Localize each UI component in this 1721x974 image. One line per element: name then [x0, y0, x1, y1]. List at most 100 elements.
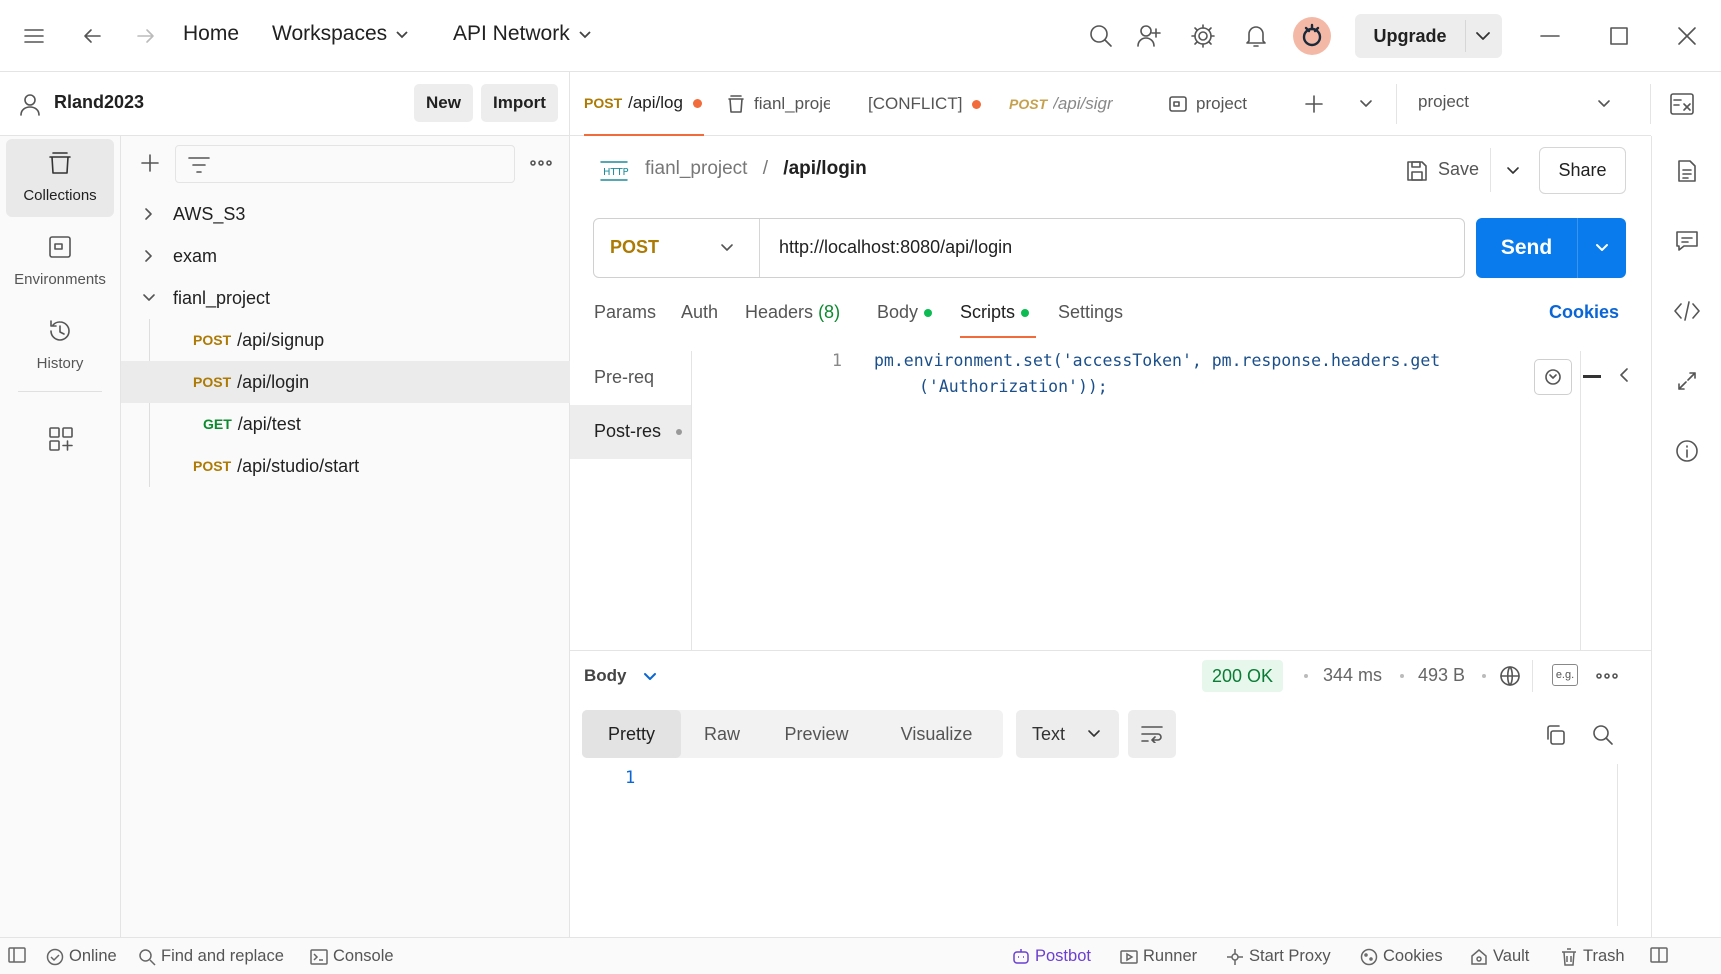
- search-icon[interactable]: [1085, 20, 1117, 52]
- import-button[interactable]: Import: [481, 84, 558, 122]
- filter-icon[interactable]: [186, 152, 212, 178]
- chevron-right-icon[interactable]: [139, 204, 159, 224]
- runner-button[interactable]: Runner: [1120, 947, 1197, 966]
- script-editor[interactable]: 1 pm.environment.set('accessToken', pm.r…: [692, 351, 1592, 650]
- save-as-example-button[interactable]: e.g.: [1552, 664, 1578, 686]
- url-input[interactable]: http://localhost:8080/api/login: [779, 237, 1012, 258]
- response-body-label[interactable]: Body: [584, 666, 627, 686]
- view-preview[interactable]: Preview: [763, 710, 870, 758]
- scrollbar-thumb[interactable]: [1583, 375, 1601, 378]
- sidebar-item-collections[interactable]: Collections: [6, 139, 114, 217]
- upgrade-button[interactable]: Upgrade: [1355, 14, 1502, 58]
- add-collection-plus-icon[interactable]: [135, 148, 165, 178]
- tab-settings[interactable]: Settings: [1058, 302, 1123, 323]
- forward-arrow-icon[interactable]: [130, 20, 162, 52]
- workspaces-menu[interactable]: Workspaces: [272, 22, 409, 46]
- tree-collection-exam[interactable]: exam: [121, 235, 570, 277]
- related-collections-icon[interactable]: [1670, 364, 1704, 398]
- collection-search-input[interactable]: [175, 145, 515, 183]
- home-link[interactable]: Home: [183, 22, 239, 46]
- share-button[interactable]: Share: [1539, 147, 1626, 194]
- send-options-chevron-icon[interactable]: [1584, 233, 1620, 263]
- post-response-script-tab[interactable]: Post-res: [570, 405, 691, 459]
- configure-sidebar-icon[interactable]: [44, 422, 78, 456]
- tree-request-api-signup[interactable]: POST /api/signup: [121, 319, 570, 361]
- method-select[interactable]: POST: [594, 219, 760, 277]
- sidebar-item-environments[interactable]: Environments: [6, 223, 114, 301]
- hamburger-menu-icon[interactable]: [18, 20, 50, 52]
- tab-auth[interactable]: Auth: [681, 302, 718, 323]
- environment-select[interactable]: project: [1418, 92, 1469, 112]
- tab-project-environment[interactable]: project: [1168, 72, 1278, 136]
- tab-scripts[interactable]: Scripts: [960, 302, 1030, 323]
- console-button[interactable]: Console: [310, 947, 394, 966]
- documentation-icon[interactable]: [1670, 154, 1704, 188]
- view-pretty[interactable]: Pretty: [582, 710, 681, 758]
- editor-scrollbar[interactable]: [1580, 351, 1581, 650]
- chevron-down-icon[interactable]: [139, 288, 159, 308]
- tree-request-api-studio-start[interactable]: POST /api/studio/start: [121, 445, 570, 487]
- new-button[interactable]: New: [414, 84, 473, 122]
- avatar[interactable]: [1293, 17, 1331, 55]
- environment-chevron-down-icon[interactable]: [1588, 88, 1620, 120]
- tree-collection-aws-s3[interactable]: AWS_S3: [121, 193, 570, 235]
- response-size[interactable]: 493 B: [1418, 665, 1465, 686]
- find-and-replace-button[interactable]: Find and replace: [138, 947, 284, 966]
- notifications-bell-icon[interactable]: [1240, 20, 1272, 52]
- tab-conflict[interactable]: [CONFLICT]: [868, 72, 1008, 136]
- maximize-icon[interactable]: [1603, 20, 1635, 52]
- breadcrumb-request[interactable]: /api/login: [783, 158, 866, 179]
- vault-button[interactable]: Vault: [1470, 947, 1529, 966]
- snippets-icon[interactable]: [1534, 359, 1572, 395]
- collapse-chevron-left-icon[interactable]: [1610, 360, 1638, 390]
- wrap-lines-icon[interactable]: [1128, 710, 1176, 758]
- save-options-chevron-icon[interactable]: [1498, 156, 1528, 186]
- environment-quick-look-icon[interactable]: [1666, 88, 1698, 120]
- workspace-name[interactable]: Rland2023: [54, 92, 144, 113]
- response-more-options-icon[interactable]: [1592, 662, 1622, 690]
- cookies-button[interactable]: Cookies: [1360, 947, 1443, 966]
- cookies-link[interactable]: Cookies: [1549, 302, 1619, 323]
- code-snippet-icon[interactable]: [1670, 294, 1704, 328]
- new-tab-plus-icon[interactable]: [1298, 88, 1330, 120]
- response-chevron-down-icon[interactable]: [638, 666, 662, 688]
- tab-headers[interactable]: Headers (8): [745, 302, 840, 323]
- send-button[interactable]: Send: [1476, 218, 1626, 278]
- network-globe-icon[interactable]: [1496, 662, 1524, 690]
- close-window-icon[interactable]: [1671, 20, 1703, 52]
- tabs-overflow-chevron-icon[interactable]: [1350, 88, 1382, 120]
- minimize-icon[interactable]: [1534, 20, 1566, 52]
- tab-fianl-project[interactable]: fianl_proje: [726, 72, 846, 136]
- pre-request-script-tab[interactable]: Pre-req: [570, 351, 691, 405]
- invite-user-icon[interactable]: [1133, 20, 1165, 52]
- postbot-button[interactable]: Postbot: [1012, 947, 1091, 966]
- layout-toggle-button[interactable]: [1650, 947, 1673, 963]
- breadcrumb-collection[interactable]: fianl_project: [645, 158, 747, 179]
- tab-body[interactable]: Body: [877, 302, 933, 323]
- tab-api-login[interactable]: POST /api/log: [584, 72, 704, 136]
- sidebar-item-history[interactable]: History: [6, 307, 114, 385]
- tree-collection-fianl-project[interactable]: fianl_project: [121, 277, 570, 319]
- response-time[interactable]: 344 ms: [1323, 665, 1382, 686]
- status-badge[interactable]: 200 OK: [1202, 660, 1284, 692]
- api-network-menu[interactable]: API Network: [453, 22, 592, 46]
- settings-gear-icon[interactable]: [1187, 20, 1219, 52]
- start-proxy-button[interactable]: Start Proxy: [1226, 947, 1331, 966]
- chevron-right-icon[interactable]: [139, 246, 159, 266]
- save-icon[interactable]: [1402, 156, 1432, 186]
- copy-icon[interactable]: [1540, 720, 1570, 750]
- more-options-icon[interactable]: [525, 148, 557, 178]
- online-status[interactable]: Online: [46, 947, 117, 966]
- tree-request-api-login[interactable]: POST /api/login: [121, 361, 570, 403]
- trash-button[interactable]: Trash: [1560, 947, 1625, 966]
- back-arrow-icon[interactable]: [76, 20, 108, 52]
- info-icon[interactable]: [1670, 434, 1704, 468]
- view-raw[interactable]: Raw: [681, 710, 763, 758]
- tab-api-signup-preview[interactable]: POST /api/sigr: [1009, 72, 1127, 136]
- tree-request-api-test[interactable]: GET /api/test: [121, 403, 570, 445]
- format-select[interactable]: Text: [1016, 710, 1119, 758]
- toggle-sidebar-button[interactable]: [8, 947, 31, 963]
- comments-icon[interactable]: [1670, 224, 1704, 258]
- response-search-icon[interactable]: [1588, 720, 1618, 750]
- response-scrollbar[interactable]: [1617, 764, 1618, 926]
